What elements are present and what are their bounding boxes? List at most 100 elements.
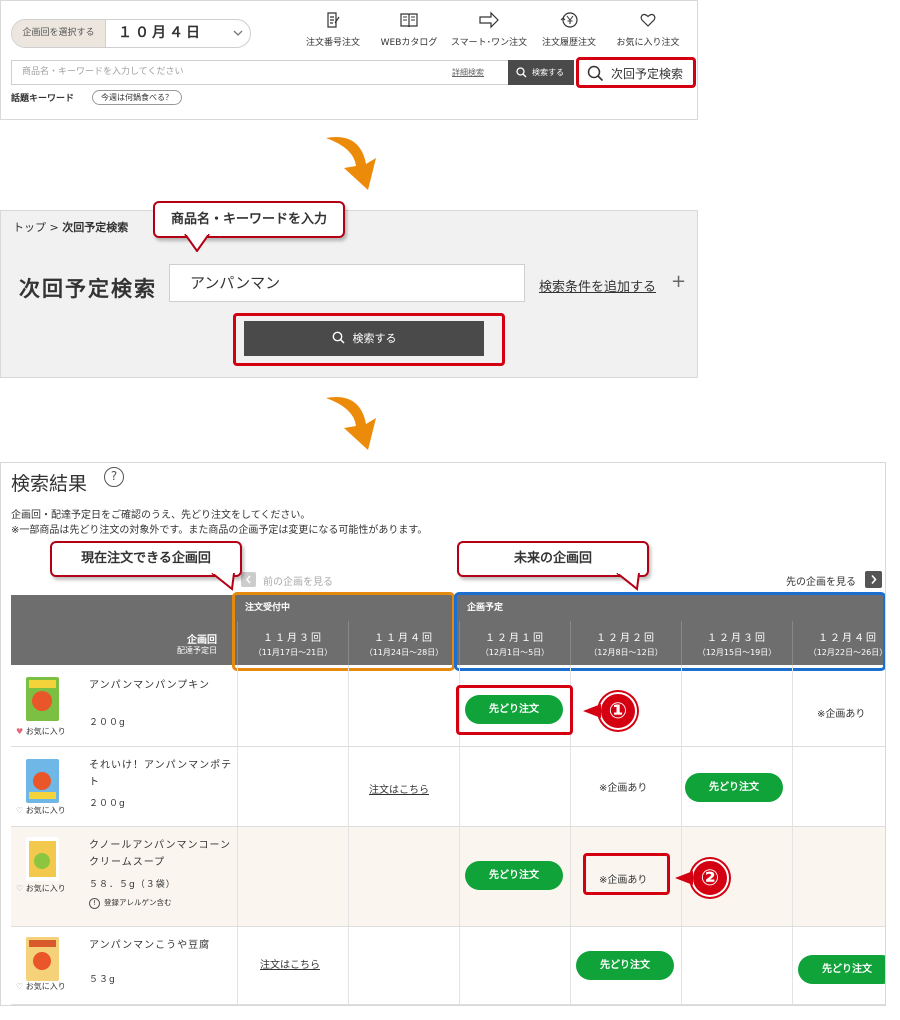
advanced-search-link[interactable]: 詳細検索 xyxy=(452,61,484,84)
kaikai-value: １０月４日 xyxy=(118,25,203,41)
search-icon xyxy=(332,331,345,344)
planned-highlight xyxy=(583,853,670,895)
kaikai-label: 企画回を選択する xyxy=(12,20,106,47)
breadcrumb-current: 次回予定検索 xyxy=(62,221,129,234)
pencil-doc-icon xyxy=(327,12,340,28)
current-period-frame xyxy=(232,592,455,671)
search-button-label: 検索する xyxy=(352,332,397,345)
plus-icon[interactable]: + xyxy=(671,271,686,292)
preorder-button[interactable]: 先どり注文 xyxy=(685,773,783,802)
help-icon[interactable]: ? xyxy=(104,467,124,487)
nav-smart-one[interactable]: スマート･ワン注文 xyxy=(444,11,534,48)
preorder-highlight xyxy=(456,685,573,735)
heart-icon: ♡ xyxy=(16,884,24,893)
book-icon xyxy=(400,13,418,28)
table-row: アンパンマンパンプキン ２００g ♥ お気に入り 先どり注文 ※企画あり xyxy=(11,665,885,747)
product-size: ２００g xyxy=(89,718,126,728)
results-title: 検索結果 xyxy=(11,473,88,495)
nav-label: お気に入り注文 xyxy=(616,38,680,48)
search-placeholder: 商品名・キーワードを入力してください xyxy=(22,67,184,77)
preorder-button[interactable]: 先どり注文 xyxy=(798,955,885,984)
order-here-link[interactable]: 注文はこちら xyxy=(369,781,429,796)
prev-plan-link[interactable]: 前の企画を見る xyxy=(263,573,333,588)
step-badge-1: ① xyxy=(599,692,637,730)
table-row: アンパンマンこうや豆腐 ５３g ♡ お気に入り 注文はこちら 先どり注文 先どり… xyxy=(11,927,885,1005)
heart-icon: ♡ xyxy=(16,982,24,991)
product-size: ５３g xyxy=(89,975,116,985)
callout-tail xyxy=(211,573,235,591)
arrow-right-icon xyxy=(479,11,499,29)
callout-current-period: 現在注文できる企画回 xyxy=(50,541,242,577)
flow-arrow-icon xyxy=(326,137,376,190)
planned-text: ※企画あり xyxy=(599,783,648,794)
heart-icon: ♡ xyxy=(16,806,24,815)
header-delivery: 配達予定日 xyxy=(177,646,217,655)
favorite-toggle[interactable]: ♡ お気に入り xyxy=(16,883,66,894)
order-here-link[interactable]: 注文はこちら xyxy=(260,956,320,971)
kaikai-select[interactable]: 企画回を選択する １０月４日 xyxy=(11,19,251,48)
nav-label: 注文履歴注文 xyxy=(541,38,596,48)
chevron-left-icon xyxy=(246,575,251,584)
keyword-input[interactable]: アンパンマン xyxy=(169,264,525,302)
results-note: 企画回・配達予定日をご確認のうえ、先どり注文をしてください。 xyxy=(11,510,311,521)
breadcrumb-sep: > xyxy=(46,221,63,234)
pointer-tail xyxy=(675,871,693,885)
product-image[interactable] xyxy=(26,759,59,803)
next-plan-link[interactable]: 先の企画を見る xyxy=(786,573,856,588)
next-arrow-button[interactable] xyxy=(865,571,882,588)
yen-history-icon xyxy=(560,12,578,28)
favorite-toggle[interactable]: ♡ お気に入り xyxy=(16,805,66,816)
search-button-label: 検索する xyxy=(532,68,564,77)
flow-arrow-icon xyxy=(326,397,376,450)
next-search-panel: トップ > 次回予定検索 次回予定検索 アンパンマン 検索条件を追加する + 検… xyxy=(0,210,698,378)
pointer-tail xyxy=(583,704,601,718)
nav-label: スマート･ワン注文 xyxy=(450,38,528,48)
search-button[interactable]: 検索する xyxy=(244,321,484,356)
breadcrumb-top[interactable]: トップ xyxy=(13,221,46,234)
product-name[interactable]: アンパンマンこうや豆腐 xyxy=(89,937,239,954)
search-icon xyxy=(516,67,527,78)
table-row: クノールアンパンマンコーンクリームスープ ５８．５g（３袋） ♡ お気に入り !… xyxy=(11,827,885,927)
hot-keyword-pill[interactable]: 今週は何鍋食べる？ xyxy=(92,90,182,105)
next-search-label: 次回予定検索 xyxy=(611,67,684,81)
product-name[interactable]: アンパンマンパンプキン xyxy=(89,677,239,694)
header-kaikai: 企画回 xyxy=(187,635,217,646)
step-badge-2: ② xyxy=(691,859,729,897)
product-image[interactable] xyxy=(26,677,59,721)
planned-text: ※企画あり xyxy=(817,709,866,720)
hot-keyword-label: 話題キーワード xyxy=(11,94,75,104)
future-period-frame xyxy=(454,592,885,671)
product-name[interactable]: クノールアンパンマンコーンクリームスープ xyxy=(89,837,239,871)
favorite-toggle[interactable]: ♡ お気に入り xyxy=(16,981,66,992)
product-image[interactable] xyxy=(26,937,59,981)
search-icon xyxy=(587,65,604,82)
allergen-note: ! 登録アレルゲン含む xyxy=(89,897,172,909)
header-panel: 企画回を選択する １０月４日 注文番号注文 WEBカタログ スマート･ワン注文 … xyxy=(0,0,698,120)
chevron-down-icon xyxy=(233,30,243,36)
prev-arrow-button[interactable] xyxy=(241,572,256,587)
page-title: 次回予定検索 xyxy=(19,277,157,301)
preorder-button[interactable]: 先どり注文 xyxy=(576,951,674,980)
nav-favorites[interactable]: お気に入り注文 xyxy=(603,11,693,48)
next-planned-search-button[interactable]: 次回予定検索 xyxy=(576,57,696,88)
product-size: ２００g xyxy=(89,799,126,809)
preorder-button[interactable]: 先どり注文 xyxy=(465,861,563,890)
results-note: ※一部商品は先どり注文の対象外です。また商品の企画予定は変更になる可能性がありま… xyxy=(11,525,428,536)
heart-icon: ♥ xyxy=(16,727,24,736)
exclamation-icon: ! xyxy=(89,898,100,909)
product-name[interactable]: それいけ！アンパンマンポテト xyxy=(89,757,239,791)
callout-future-period: 未来の企画回 xyxy=(457,541,649,577)
callout-tail xyxy=(184,234,210,252)
table-row: それいけ！アンパンマンポテト ２００g ♡ お気に入り 注文はこちら ※企画あり… xyxy=(11,747,885,827)
chevron-right-icon xyxy=(871,574,877,585)
add-condition-link[interactable]: 検索条件を追加する xyxy=(539,276,656,295)
favorite-toggle[interactable]: ♥ お気に入り xyxy=(16,726,66,737)
nav-order-history[interactable]: 注文履歴注文 xyxy=(524,11,614,48)
product-size: ５８．５g（３袋） xyxy=(89,880,176,890)
search-button[interactable]: 検索する xyxy=(508,60,574,85)
nav-web-catalog[interactable]: WEBカタログ xyxy=(364,11,454,48)
product-image[interactable] xyxy=(26,837,59,881)
heart-icon xyxy=(640,13,656,27)
nav-label: WEBカタログ xyxy=(380,38,438,48)
search-input[interactable]: 商品名・キーワードを入力してください 詳細検索 xyxy=(11,60,508,85)
